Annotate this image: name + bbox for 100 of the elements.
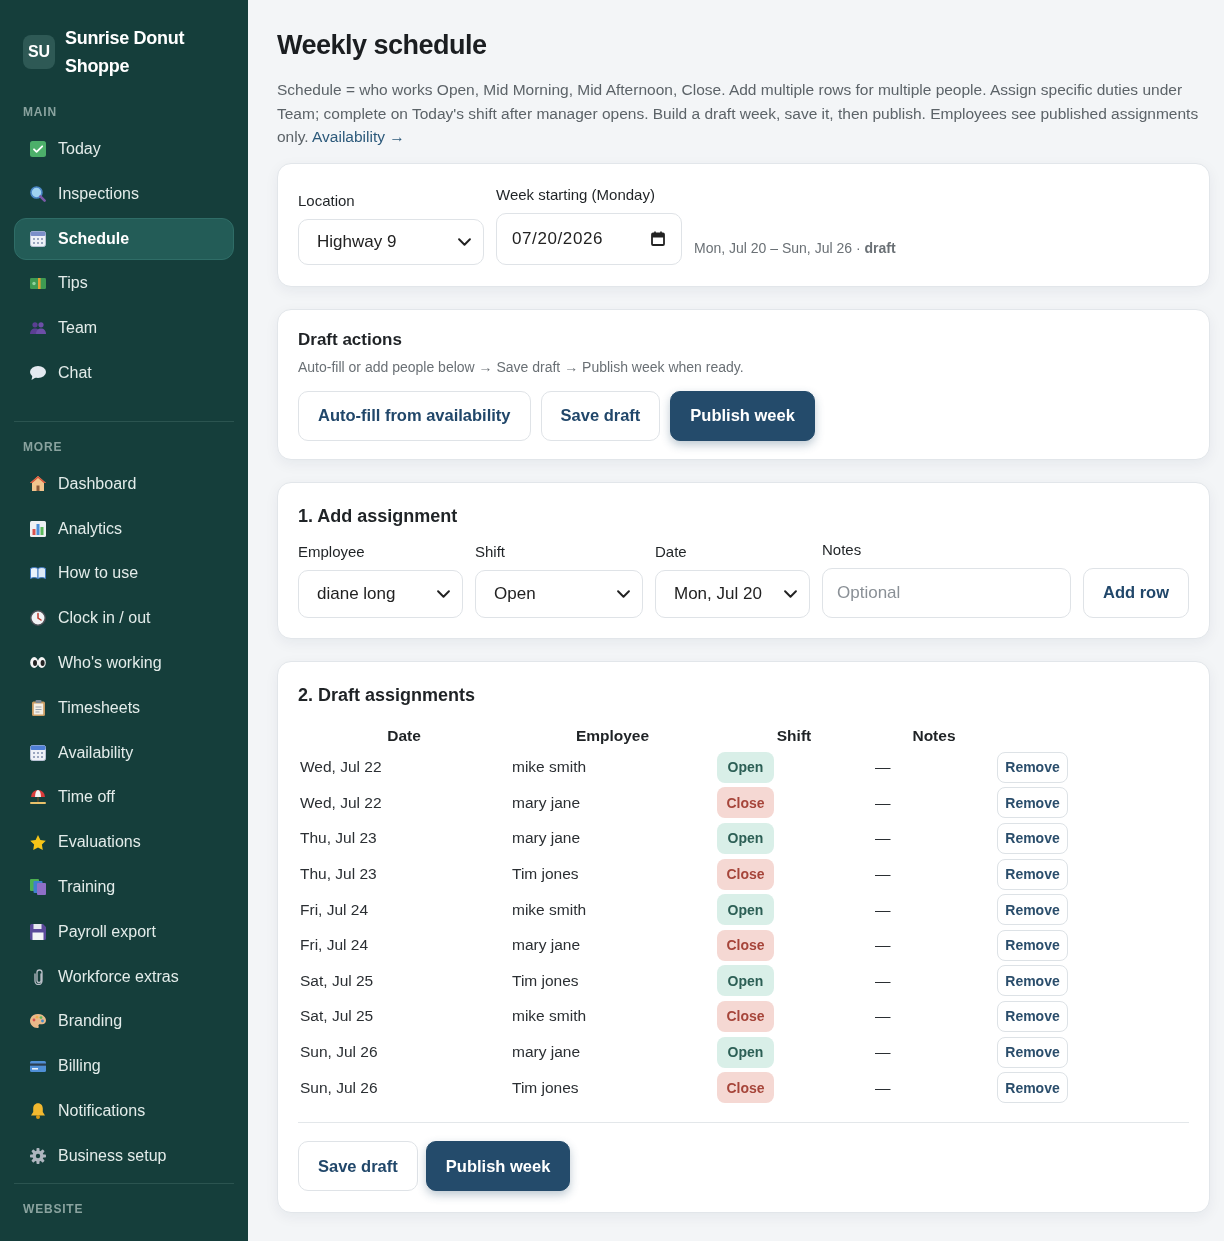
chevron-down-icon — [458, 237, 471, 246]
date-cell: Wed, Jul 22 — [300, 758, 382, 776]
remove-button[interactable]: Remove — [997, 965, 1068, 997]
field-label: Employee — [298, 541, 366, 562]
chevron-down-icon — [437, 589, 450, 598]
shift-tag: Close — [717, 858, 774, 890]
sidebar-item[interactable]: Evaluations — [14, 821, 234, 864]
sidebar-item[interactable]: Dashboard — [14, 462, 234, 505]
action-button[interactable]: Publish week — [425, 1141, 571, 1192]
date-field[interactable]: 07/20/2026 — [496, 212, 682, 265]
page-title: Weekly schedule — [277, 29, 488, 62]
shift-tag: Close — [717, 929, 774, 961]
calendar-icon — [30, 230, 46, 247]
date-cell: Thu, Jul 23 — [300, 865, 377, 883]
shift-tag: Close — [717, 1000, 774, 1032]
remove-button[interactable]: Remove — [997, 823, 1068, 854]
clipboard-icon — [31, 699, 45, 716]
sidebar-item[interactable]: Tips — [14, 262, 234, 305]
card-hint: Auto-fill or add people below → Save draft → Publish week when ready. — [298, 357, 745, 377]
remove-button[interactable]: Remove — [997, 1000, 1068, 1032]
sidebar-item[interactable]: Billing — [14, 1045, 234, 1088]
remove-button[interactable]: Remove — [997, 894, 1068, 926]
page-description: Schedule = who works Open, Mid Morning, Mid Afternoon, Close. Add multiple rows for multiple people. Assign specific duties under Team; complete on Today's shift after manager opens. Build a draft week, save it, then publish. Employees see published assignments only. Availability → — [277, 80, 1200, 147]
notes-cell: — — [875, 1078, 891, 1096]
dropdown-field[interactable]: Open — [475, 569, 643, 618]
column-header: Shift — [776, 726, 812, 744]
sidebar-item[interactable]: Inspections — [14, 172, 234, 215]
brand-logo: SU — [23, 35, 55, 69]
column-header: Notes — [912, 726, 956, 744]
shift-tag: Open — [717, 965, 774, 997]
remove-button[interactable]: Remove — [997, 1072, 1068, 1104]
sidebar-item[interactable]: Who's working — [14, 641, 234, 684]
sidebar-item[interactable]: Payroll export — [14, 910, 234, 953]
shift-tag: Open — [717, 823, 774, 854]
employee-cell: mary jane — [512, 793, 581, 811]
search-icon — [30, 185, 46, 202]
palette-icon — [30, 1014, 46, 1029]
notes-field[interactable]: Optional — [822, 567, 1071, 618]
location-select[interactable]: Highway 9 — [298, 218, 484, 265]
column-header: Date — [387, 726, 421, 744]
calendar-icon — [651, 231, 665, 246]
date-cell: Sat, Jul 25 — [300, 1007, 374, 1025]
notes-cell: — — [875, 829, 891, 847]
star-icon — [30, 834, 46, 850]
dropdown-field[interactable]: diane long — [298, 569, 463, 618]
card-title: 1. Add assignment — [298, 504, 459, 528]
chevron-down-icon — [784, 589, 797, 598]
settings-icon — [30, 1147, 46, 1164]
clock-icon — [30, 610, 46, 627]
sidebar-item[interactable]: How to use — [14, 552, 234, 595]
check-icon — [30, 141, 46, 157]
calendar-icon — [30, 744, 46, 761]
notes-cell: — — [875, 793, 891, 811]
sidebar-item[interactable]: Business setup — [14, 1134, 234, 1177]
sidebar-item[interactable]: Workforce extras — [14, 955, 234, 998]
date-cell: Fri, Jul 24 — [300, 900, 369, 918]
field-label: Shift — [475, 541, 506, 562]
column-header: Employee — [575, 726, 650, 744]
sidebar-item[interactable]: Schedule — [14, 217, 234, 260]
date-cell: Fri, Jul 24 — [300, 936, 369, 954]
sidebar-item[interactable]: Clock in / out — [14, 597, 234, 640]
section-label: MORE — [22, 438, 64, 455]
sidebar-item[interactable]: Today — [14, 128, 234, 170]
sidebar-item[interactable]: Team — [14, 307, 234, 350]
remove-button[interactable]: Remove — [997, 858, 1068, 890]
notes-cell: — — [875, 865, 891, 883]
sidebar-item[interactable]: Notifications — [14, 1089, 234, 1132]
dropdown-field[interactable]: Mon, Jul 20 — [655, 569, 810, 618]
remove-button[interactable]: Remove — [997, 929, 1068, 961]
shift-tag: Open — [717, 1036, 774, 1068]
availability-link[interactable]: Availability → — [312, 128, 405, 145]
remove-button[interactable]: Remove — [997, 787, 1068, 819]
shift-tag: Close — [717, 787, 774, 819]
banknote-icon — [30, 277, 46, 289]
section-label: MAIN — [22, 104, 58, 120]
action-button[interactable]: Publish week — [670, 390, 815, 441]
sidebar-item[interactable]: Availability — [14, 731, 234, 774]
sidebar-item[interactable]: Timesheets — [14, 686, 234, 729]
employee-cell: mike smith — [512, 900, 587, 918]
eyes-icon — [30, 657, 46, 669]
action-button[interactable]: Save draft — [540, 390, 661, 441]
action-button[interactable]: Save draft — [298, 1141, 418, 1192]
sidebar-item[interactable]: Analytics — [14, 507, 234, 550]
date-cell: Sun, Jul 26 — [300, 1043, 378, 1061]
bell-icon — [31, 1102, 45, 1119]
books-icon — [30, 878, 46, 895]
sidebar-item[interactable]: Chat — [14, 352, 234, 394]
add-row-button[interactable]: Add row — [1083, 567, 1189, 618]
action-button[interactable]: Auto-fill from availability — [298, 390, 531, 441]
remove-button[interactable]: Remove — [997, 751, 1068, 783]
sidebar-item[interactable]: Time off — [14, 776, 234, 819]
sidebar-item[interactable]: Branding — [14, 1000, 234, 1043]
notes-cell: — — [875, 1043, 891, 1061]
employee-cell: Tim jones — [512, 865, 579, 883]
speech-bubble-icon — [30, 366, 46, 380]
field-label: Week starting (Monday) — [496, 184, 656, 205]
remove-button[interactable]: Remove — [997, 1036, 1068, 1068]
sidebar-item[interactable]: Training — [14, 865, 234, 908]
house-icon — [30, 476, 46, 492]
employee-cell: mike smith — [512, 758, 587, 776]
